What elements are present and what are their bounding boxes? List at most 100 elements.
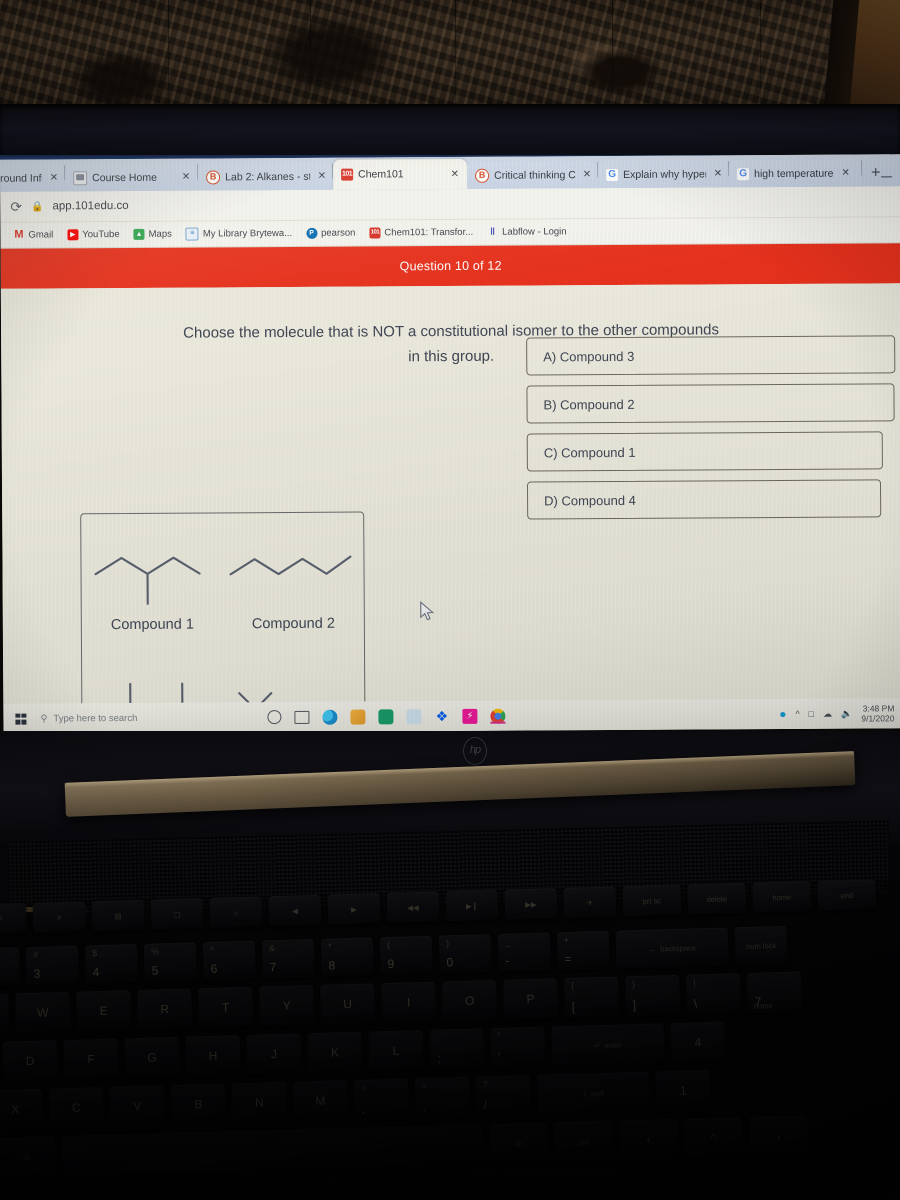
key-h[interactable]: H [185, 1035, 241, 1077]
dropbox-icon[interactable]: ❖ [434, 708, 449, 724]
close-icon[interactable]: ✕ [841, 168, 849, 179]
bookmark-labflow[interactable]: ‖ Labflow - Login [482, 226, 572, 238]
key-c[interactable]: C [48, 1086, 104, 1129]
key-backspace[interactable]: ← backspace [615, 927, 729, 969]
key-alt-right[interactable]: alt [489, 1122, 549, 1165]
pink-app-icon[interactable]: ⚡ [462, 708, 478, 724]
key-7[interactable]: & 7 [261, 939, 315, 979]
key-minus[interactable]: _ - [497, 932, 551, 972]
key-5[interactable]: % 5 [143, 942, 197, 982]
key-quote[interactable]: " ' [490, 1026, 546, 1069]
key-arrow-right[interactable]: › [748, 1115, 809, 1157]
key-e[interactable]: E [76, 990, 132, 1032]
key-fn-7[interactable]: ▶ [327, 893, 381, 925]
bookmark-maps[interactable]: ▲ Maps [129, 229, 177, 240]
browser-tab-0[interactable]: round Infor ✕ [0, 164, 65, 192]
key-fn-10[interactable]: ▶▶ [504, 888, 558, 920]
bookmark-gmail[interactable]: M Gmail [8, 229, 58, 241]
close-icon[interactable]: ✕ [714, 168, 722, 179]
address-bar-url[interactable]: app.101edu.co [52, 200, 128, 212]
google-chrome-icon[interactable] [490, 708, 506, 724]
key-q[interactable]: Q [0, 993, 10, 1036]
answer-choice-b[interactable]: B) Compound 2 [526, 383, 895, 424]
reload-icon[interactable]: ⟳ [10, 198, 22, 215]
key-numlock[interactable]: num lock [734, 925, 788, 966]
key-4[interactable]: $4 [84, 943, 138, 984]
browser-tab-5[interactable]: G Explain why hyper ✕ [598, 160, 729, 189]
key-fn-1[interactable]: ? [0, 903, 27, 935]
key-period[interactable]: >. [414, 1076, 470, 1119]
browser-tab-3-active[interactable]: 101 Chem101 ✕ [333, 158, 468, 190]
key-equals[interactable]: + = [556, 930, 610, 971]
key-l[interactable]: L [368, 1030, 424, 1072]
key-8[interactable]: * 8 [320, 937, 374, 977]
answer-choice-d[interactable]: D) Compound 4 [526, 479, 882, 520]
store-icon[interactable] [350, 709, 366, 725]
key-fn-11[interactable]: ✈ [563, 886, 617, 919]
key-m[interactable]: M [292, 1080, 348, 1122]
key-fn-9[interactable]: ▶❙ [445, 889, 499, 922]
key-numpad-7[interactable]: 7 home [746, 971, 803, 1013]
key-bracket-right[interactable]: }] [624, 974, 681, 1017]
key-n[interactable]: N [231, 1081, 287, 1124]
key-y[interactable]: Y [259, 985, 315, 1027]
key-ctrl-right[interactable]: ctrl [554, 1120, 614, 1163]
key-end[interactable]: end [817, 879, 877, 911]
key-6[interactable]: ^ 6 [202, 940, 256, 981]
network-icon[interactable]: □ [809, 709, 814, 719]
key-semicolon[interactable]: :; [429, 1028, 485, 1070]
bookmark-youtube[interactable]: ▶ YouTube [62, 229, 124, 241]
window-minimize-button[interactable] [881, 175, 893, 178]
close-icon[interactable]: ✕ [318, 171, 326, 182]
key-fn-4[interactable]: ▢ [150, 898, 204, 930]
close-icon[interactable]: ✕ [451, 168, 459, 179]
taskbar-clock[interactable]: 3:48 PM 9/1/2020 [861, 703, 894, 724]
key-home[interactable]: home [752, 881, 812, 913]
bookmark-chem101[interactable]: 101 Chem101: Transfor... [364, 227, 478, 239]
key-fn-6[interactable]: ◀ [268, 894, 322, 927]
key-3[interactable]: #3 [25, 945, 79, 986]
key-numpad-4[interactable]: 4 [670, 1021, 726, 1064]
key-arrow-up[interactable]: ^ [683, 1117, 744, 1159]
key-slash[interactable]: ? / [475, 1075, 531, 1117]
show-hidden-icons-chevron[interactable]: ^ [795, 709, 799, 719]
shopping-bag-icon[interactable] [378, 708, 394, 724]
browser-tab-4[interactable]: B Critical thinking C ✕ [467, 161, 598, 189]
key-d[interactable]: D [2, 1040, 58, 1082]
volume-icon[interactable]: 🔈 [841, 708, 852, 719]
key-alt-left[interactable]: alt [0, 1136, 57, 1178]
taskbar-search-box[interactable]: ⚲ Type here to search [40, 712, 137, 724]
bookmark-pearson[interactable]: P pearson [301, 228, 360, 239]
answer-choice-a[interactable]: A) Compound 3 [526, 335, 896, 376]
key-b[interactable]: B [170, 1083, 226, 1126]
key-f[interactable]: F [63, 1038, 119, 1081]
key-9[interactable]: (9 [379, 935, 433, 976]
key-fn-5[interactable]: ☼ [209, 896, 263, 928]
key-bracket-left[interactable]: {[ [564, 976, 620, 1019]
key-enter[interactable]: ↵ enter [551, 1023, 665, 1067]
key-fn-8[interactable]: ◀◀ [386, 891, 440, 923]
key-backslash[interactable]: | \ [685, 973, 742, 1015]
key-u[interactable]: U [320, 983, 376, 1025]
microsoft-edge-icon[interactable] [322, 709, 338, 725]
key-fn-2[interactable]: # [32, 901, 86, 933]
browser-tab-1[interactable]: Course Home ✕ [65, 163, 198, 192]
key-numpad-1[interactable]: 1 [655, 1070, 711, 1112]
key-space[interactable] [62, 1124, 484, 1177]
mail-icon[interactable] [406, 708, 422, 724]
key-i[interactable]: I [381, 981, 437, 1024]
key-w[interactable]: W [15, 991, 71, 1034]
cortana-icon[interactable] [267, 710, 282, 725]
key-p[interactable]: P [503, 978, 559, 1020]
key-k[interactable]: K [307, 1031, 363, 1074]
close-icon[interactable]: ✕ [583, 169, 591, 180]
browser-tab-6[interactable]: G high temperature ✕ [729, 159, 862, 188]
flame-icon[interactable]: ● [779, 707, 786, 721]
key-arrow-left[interactable]: ‹ [619, 1118, 679, 1161]
key-comma[interactable]: <, [353, 1078, 409, 1120]
key-o[interactable]: O [442, 979, 498, 1022]
key-fn-3[interactable]: ▤ [91, 899, 145, 932]
close-icon[interactable]: ✕ [50, 172, 58, 183]
key-j[interactable]: J [246, 1033, 302, 1075]
key-g[interactable]: G [124, 1036, 180, 1079]
